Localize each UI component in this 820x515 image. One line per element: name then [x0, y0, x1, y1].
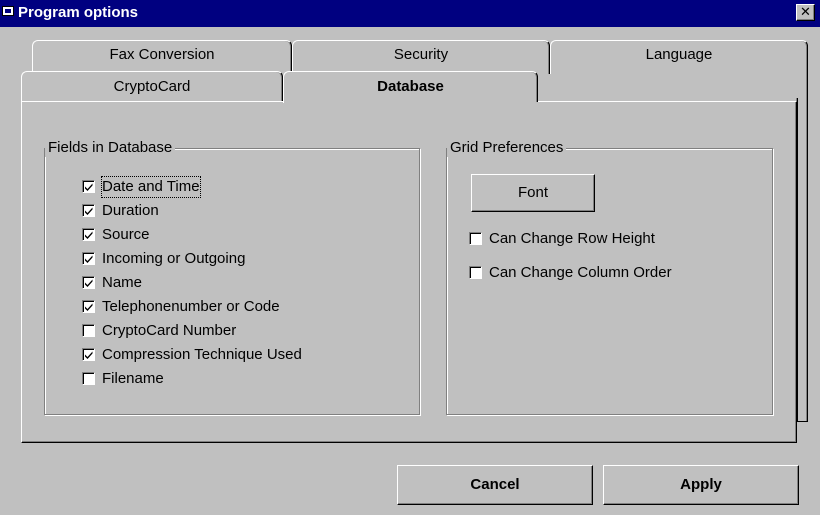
checkbox-box[interactable] [82, 300, 95, 313]
tab-label: Language [645, 46, 713, 63]
tab-fax-conversion[interactable]: Fax Conversion [32, 40, 292, 74]
checkbox-label: Name [102, 274, 143, 291]
checkmark-icon [85, 279, 93, 287]
group-title: Fields in Database [45, 139, 176, 157]
checkbox-box[interactable] [469, 232, 482, 245]
checkbox-box[interactable] [82, 372, 95, 385]
apply-button[interactable]: Apply [603, 465, 799, 505]
checkbox-label: Can Change Column Order [489, 264, 672, 281]
grid-preferences-group: Grid Preferences Font Can Change Row Hei… [446, 139, 773, 415]
checkbox-label: CryptoCard Number [102, 322, 237, 339]
checkbox-box[interactable] [82, 180, 95, 193]
checkmark-icon [85, 207, 93, 215]
tab-database[interactable]: Database [283, 71, 538, 105]
checkbox-label: Can Change Row Height [489, 230, 655, 247]
group-title: Grid Preferences [447, 139, 567, 157]
window-title: Program options [18, 4, 139, 21]
tab-label: Database [377, 78, 444, 95]
checkmark-icon [85, 255, 93, 263]
checkbox-label: Duration [102, 202, 159, 219]
checkbox-box[interactable] [82, 276, 95, 289]
app-icon[interactable] [2, 6, 14, 16]
tab-cryptocard[interactable]: CryptoCard [21, 71, 283, 103]
cancel-button[interactable]: Cancel [397, 465, 593, 505]
tab-label: CryptoCard [113, 78, 191, 95]
tab-label: Security [393, 46, 449, 63]
checkbox-label: Compression Technique Used [102, 346, 302, 363]
close-button[interactable]: ✕ [796, 4, 815, 21]
checkbox-box[interactable] [82, 324, 95, 337]
checkmark-icon [85, 183, 93, 191]
close-icon: ✕ [800, 4, 811, 19]
checkbox-label: Filename [102, 370, 164, 387]
checkbox-label: Telephonenumber or Code [102, 298, 280, 315]
title-bar: Program options ✕ [0, 0, 820, 27]
checkbox-box[interactable] [82, 204, 95, 217]
checkbox-label: Date and Time [101, 176, 201, 198]
checkbox-box[interactable] [82, 252, 95, 265]
checkbox-box[interactable] [82, 348, 95, 361]
checkbox-label: Incoming or Outgoing [102, 250, 246, 267]
tab-security[interactable]: Security [292, 40, 550, 74]
checkmark-icon [85, 351, 93, 359]
font-button[interactable]: Font [471, 174, 595, 212]
checkmark-icon [85, 303, 93, 311]
checkbox-box[interactable] [469, 266, 482, 279]
checkbox-box[interactable] [82, 228, 95, 241]
tab-label: Fax Conversion [109, 46, 215, 63]
checkmark-icon [85, 231, 93, 239]
fields-in-database-group: Fields in Database Date and Time Duratio… [44, 139, 420, 415]
checkbox-label: Source [102, 226, 150, 243]
tab-language[interactable]: Language [550, 40, 808, 74]
